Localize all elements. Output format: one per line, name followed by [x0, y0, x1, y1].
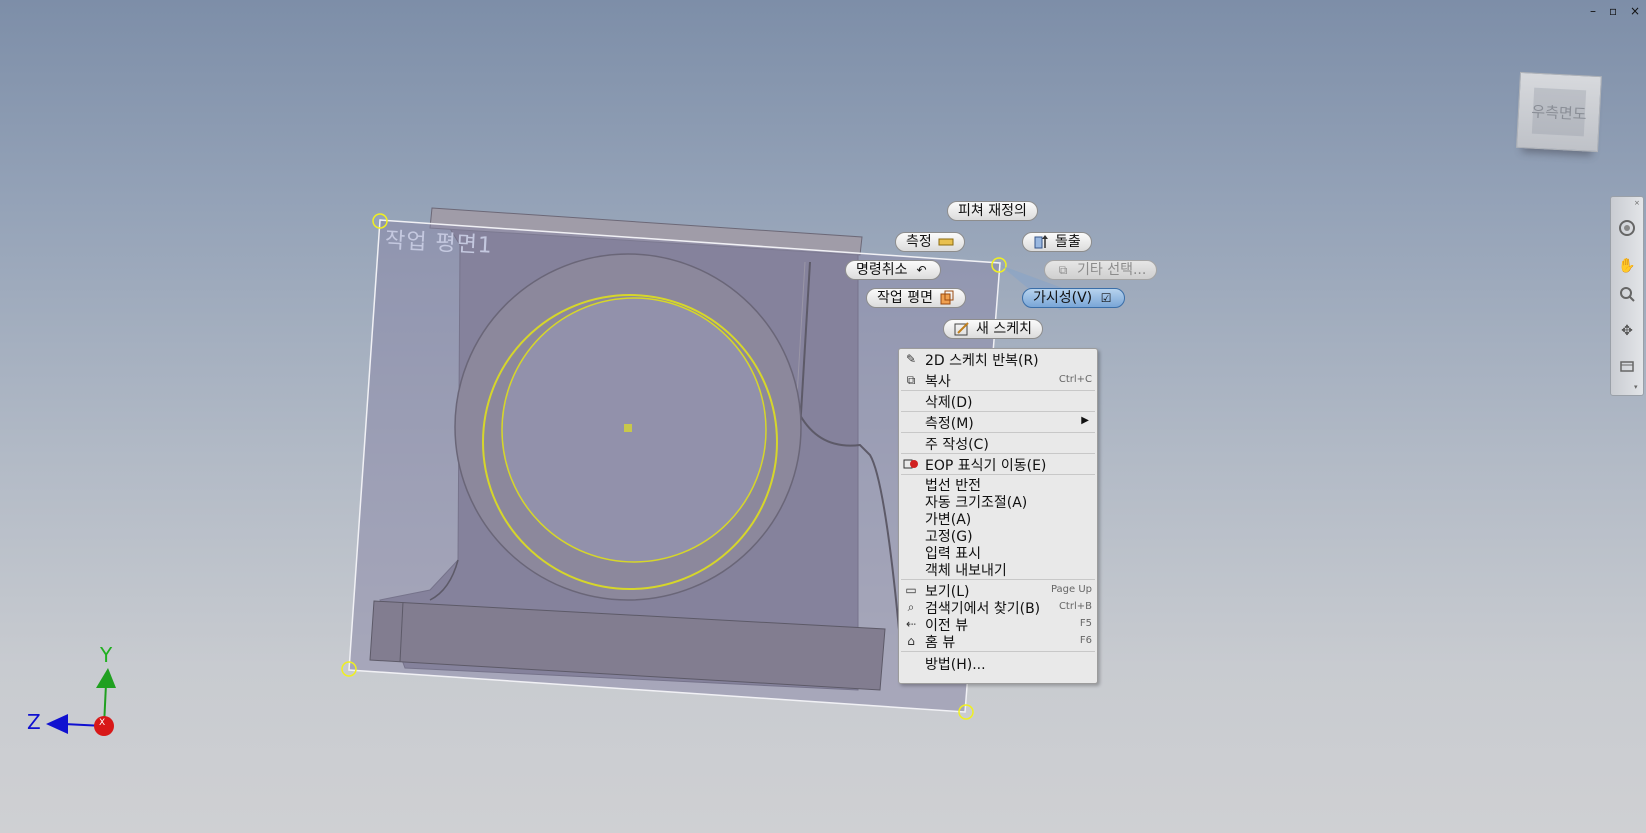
viewport-canvas[interactable]: [0, 0, 1646, 833]
menu-item-label: 객체 내보내기: [925, 563, 1007, 579]
menu-item-label: 복사: [925, 374, 951, 390]
ruler-icon: [938, 234, 954, 250]
extrude-label: 돌출: [1055, 234, 1081, 250]
menu-item-shortcut: Page Up: [1050, 584, 1092, 595]
menu-item-how-to[interactable]: 방법(H)...: [899, 654, 1097, 673]
visibility-button[interactable]: 가시성(V) ☑: [1022, 288, 1126, 308]
y-axis-arrow: [96, 668, 116, 688]
new-sketch-label: 새 스케치: [976, 321, 1032, 337]
work-plane-label: 작업 평면: [877, 290, 933, 306]
menu-item-export-object[interactable]: 객체 내보내기: [899, 560, 1097, 579]
menu-item-shortcut: F5: [1079, 618, 1092, 629]
redefine-feature-button[interactable]: 피쳐 재정의: [947, 201, 1038, 221]
home-icon: ⌂: [907, 634, 915, 648]
checkbox-icon: ☑: [1100, 291, 1112, 305]
select-other-icon: ⧉: [1058, 263, 1068, 277]
menu-item-label: 측정(M): [925, 416, 974, 432]
menu-item-shortcut: Ctrl+B: [1058, 601, 1092, 612]
menu-item-auto-resize[interactable]: 자동 크기조절(A): [899, 492, 1097, 511]
extrude-icon: [1033, 234, 1049, 250]
menu-item-label: 삭제(D): [925, 395, 973, 411]
menu-item-flip-normal[interactable]: 법선 반전: [899, 475, 1097, 494]
menu-item-shortcut: Ctrl+C: [1058, 374, 1092, 385]
context-menu: ✎ 2D 스케치 반복(R) ⧉ 복사 Ctrl+C 삭제(D) 측정(M) ▶…: [898, 348, 1098, 684]
visibility-label: 가시성(V): [1033, 290, 1093, 306]
menu-item-find-in-browser[interactable]: ⌕ 검색기에서 찾기(B) Ctrl+B: [899, 598, 1097, 617]
new-sketch-button[interactable]: 새 스케치: [943, 319, 1043, 339]
previous-view-icon: ⇠: [905, 617, 917, 631]
z-axis-arrow: [46, 714, 68, 734]
menu-item-label: EOP 표식기 이동(E): [925, 458, 1047, 474]
menu-item-repeat-sketch[interactable]: ✎ 2D 스케치 반복(R): [899, 350, 1097, 369]
menu-item-adaptive[interactable]: 가변(A): [899, 509, 1097, 528]
copy-icon: ⧉: [906, 373, 916, 387]
menu-separator: [901, 453, 1095, 454]
undo-arrow-icon: ↶: [916, 263, 927, 277]
eop-marker-icon: [903, 456, 919, 472]
menu-item-delete[interactable]: 삭제(D): [899, 392, 1097, 411]
sketch-icon: ✎: [905, 352, 917, 366]
cancel-label: 명령취소: [856, 262, 908, 278]
menu-item-ground[interactable]: 고정(G): [899, 526, 1097, 545]
menu-item-annotate[interactable]: 주 작성(C): [899, 434, 1097, 453]
work-plane-icon: [939, 290, 955, 306]
redefine-feature-label: 피쳐 재정의: [958, 203, 1027, 219]
menu-item-label: 방법(H)...: [925, 657, 986, 673]
menu-item-previous-view[interactable]: ⇠ 이전 뷰 F5: [899, 615, 1097, 634]
menu-item-label: 홈 뷰: [925, 635, 956, 651]
menu-item-label: 2D 스케치 반복(R): [925, 353, 1039, 369]
find-icon: ⌕: [907, 600, 915, 614]
measure-label: 측정: [906, 234, 932, 250]
menu-item-copy[interactable]: ⧉ 복사 Ctrl+C: [899, 371, 1097, 390]
y-axis-label: Y: [100, 643, 113, 667]
work-plane-button[interactable]: 작업 평면: [866, 288, 966, 308]
menu-item-move-eop[interactable]: EOP 표식기 이동(E): [899, 455, 1097, 474]
measure-button[interactable]: 측정: [895, 232, 965, 252]
submenu-arrow-icon: ▶: [1081, 415, 1089, 426]
menu-item-home-view[interactable]: ⌂ 홈 뷰 F6: [899, 632, 1097, 651]
cancel-button[interactable]: 명령취소 ↶: [845, 260, 941, 280]
view-icon: ▭: [905, 583, 917, 597]
sketch-icon: [954, 321, 970, 337]
bore-inner: [501, 297, 767, 563]
menu-item-shortcut: F6: [1079, 635, 1092, 646]
menu-separator: [901, 579, 1095, 580]
menu-separator: [901, 390, 1095, 391]
menu-separator: [901, 411, 1095, 412]
menu-item-label: 주 작성(C): [925, 437, 989, 453]
plane-center-point: [624, 424, 632, 432]
menu-separator: [901, 651, 1095, 652]
menu-separator: [901, 432, 1095, 433]
extrude-button[interactable]: 돌출: [1022, 232, 1092, 252]
menu-item-show-input[interactable]: 입력 표시: [899, 543, 1097, 562]
z-axis-label: Z: [27, 710, 41, 734]
menu-item-measure[interactable]: 측정(M) ▶: [899, 413, 1097, 432]
work-plane-label: 작업 평면1: [384, 228, 494, 259]
x-axis-label: X: [99, 718, 106, 728]
other-select-button[interactable]: ⧉ 기타 선택...: [1044, 260, 1158, 280]
menu-item-view[interactable]: ▭ 보기(L) Page Up: [899, 581, 1097, 600]
other-select-label: 기타 선택...: [1077, 262, 1147, 278]
